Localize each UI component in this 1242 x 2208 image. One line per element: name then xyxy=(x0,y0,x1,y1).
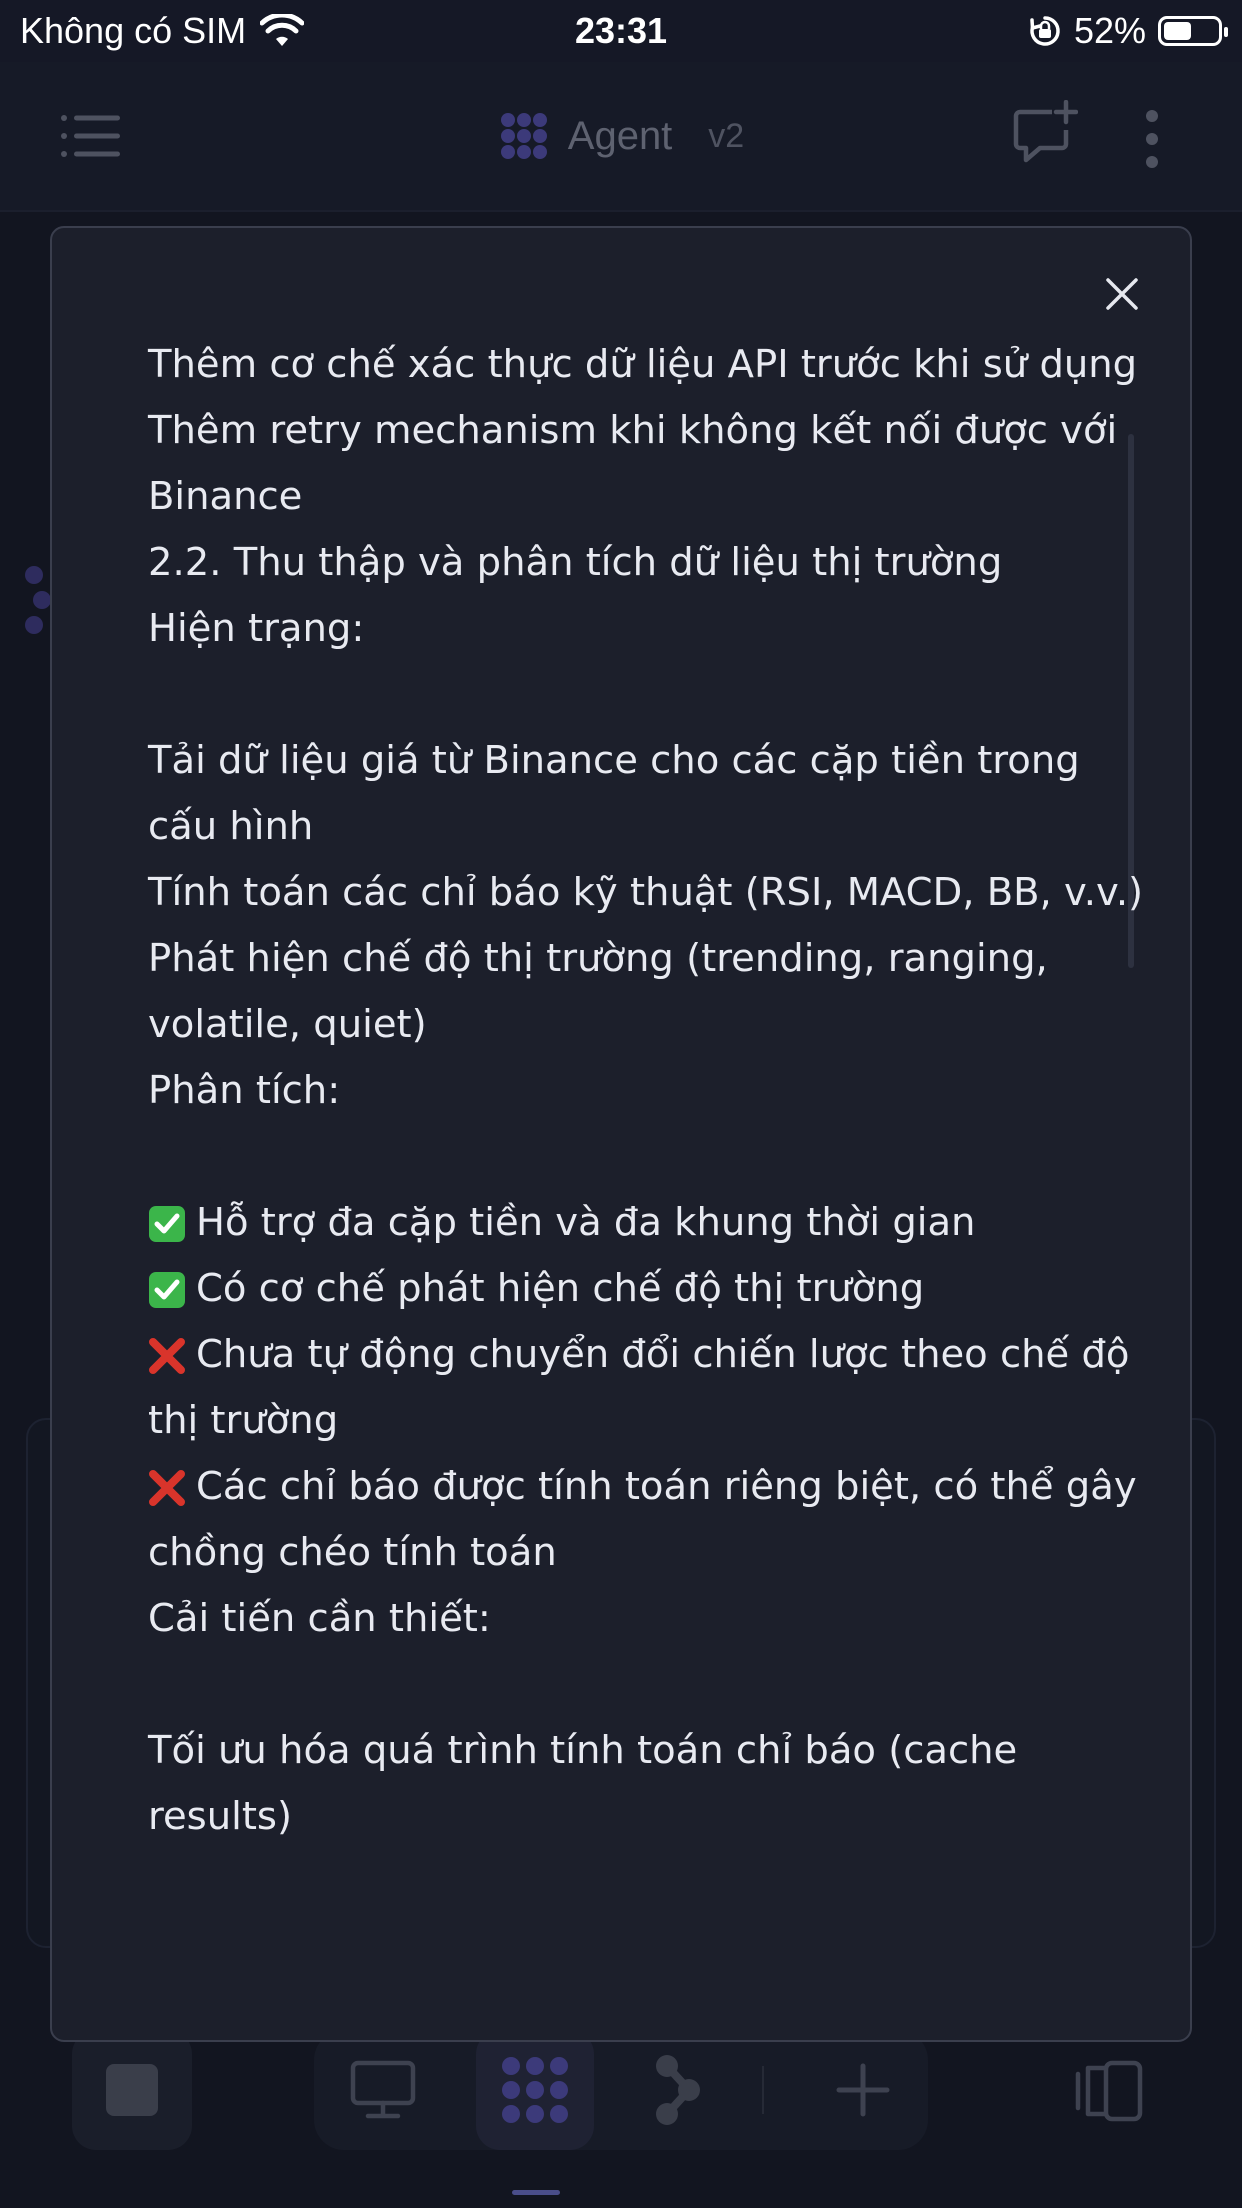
status-bar: Không có SIM 23:31 52% xyxy=(0,0,1242,62)
modal-line-text: Thêm cơ chế xác thực dữ liệu API trước k… xyxy=(148,342,1138,387)
cross-mark-icon xyxy=(149,1470,185,1506)
detail-modal: Thêm cơ chế xác thực dữ liệu API trước k… xyxy=(50,226,1192,2042)
modal-text-line: Tính toán các chỉ báo kỹ thuật (RSI, MAC… xyxy=(148,860,1148,926)
modal-text-line: Tối ưu hóa quá trình tính toán chỉ báo (… xyxy=(148,1718,1148,1850)
desktop-icon xyxy=(350,2060,416,2119)
stop-icon xyxy=(106,2064,158,2116)
cross-mark-icon xyxy=(149,1338,185,1374)
modal-line-text: Chưa tự động chuyển đổi chiến lược theo … xyxy=(148,1332,1142,1443)
agent-avatar-icon xyxy=(25,566,50,634)
modal-line-text: Hiện trạng: xyxy=(148,606,365,651)
app-version: v2 xyxy=(708,116,745,155)
modal-body: Thêm cơ chế xác thực dữ liệu API trước k… xyxy=(148,332,1148,1850)
modal-line-text: Tính toán các chỉ báo kỹ thuật (RSI, MAC… xyxy=(148,870,1144,915)
modal-line-text: Có cơ chế phát hiện chế độ thị trường xyxy=(196,1266,925,1311)
workflow-tab[interactable] xyxy=(620,2030,738,2150)
modal-line-text: Hỗ trợ đa cặp tiền và đa khung thời gian xyxy=(196,1200,976,1245)
agent-logo-icon xyxy=(500,113,547,159)
modal-text-line: 2.2. Thu thập và phân tích dữ liệu thị t… xyxy=(148,530,1148,596)
modal-text-line: Cải tiến cần thiết: xyxy=(148,1586,1148,1652)
tab-divider xyxy=(762,2066,764,2114)
modal-text-line: Chưa tự động chuyển đổi chiến lược theo … xyxy=(148,1322,1148,1454)
modal-text-line: Phát hiện chế độ thị trường (trending, r… xyxy=(148,926,1148,1058)
battery-fill xyxy=(1164,22,1191,40)
modal-text-line: Hiện trạng: xyxy=(148,596,1148,662)
battery-percent: 52% xyxy=(1073,10,1146,51)
orientation-lock-icon xyxy=(1030,16,1060,46)
modal-line-text: Tối ưu hóa quá trình tính toán chỉ báo (… xyxy=(148,1728,1030,1839)
agent-icon xyxy=(502,2057,568,2123)
workflow-icon xyxy=(656,2055,700,2125)
check-mark-icon xyxy=(149,1272,185,1308)
add-tab[interactable] xyxy=(804,2030,922,2150)
modal-line-text: Thêm retry mechanism khi không kết nối đ… xyxy=(148,408,1130,519)
modal-line-text: Cải tiến cần thiết: xyxy=(148,1596,491,1641)
modal-text-line: Phân tích: xyxy=(148,1058,1148,1124)
modal-text-line: Hỗ trợ đa cặp tiền và đa khung thời gian xyxy=(148,1190,1148,1256)
desktop-tab[interactable] xyxy=(324,2030,442,2150)
new-chat-icon[interactable] xyxy=(1012,100,1078,166)
modal-text-line: Có cơ chế phát hiện chế độ thị trường xyxy=(148,1256,1148,1322)
modal-text-line: Các chỉ báo được tính toán riêng biệt, c… xyxy=(148,1454,1148,1586)
modal-text-line: Thêm cơ chế xác thực dữ liệu API trước k… xyxy=(148,332,1148,398)
modal-text-line: Thêm retry mechanism khi không kết nối đ… xyxy=(148,398,1148,530)
modal-text-line: Tải dữ liệu giá từ Binance cho các cặp t… xyxy=(148,728,1148,860)
more-options-icon[interactable] xyxy=(1140,110,1164,168)
modal-line-text: Các chỉ báo được tính toán riêng biệt, c… xyxy=(148,1464,1149,1575)
agent-tab[interactable] xyxy=(476,2030,594,2150)
bottom-tab-group xyxy=(314,2030,928,2150)
app-header: Agent v2 xyxy=(0,62,1242,212)
status-right: 52% xyxy=(1028,10,1228,52)
panel-toggle-icon[interactable] xyxy=(1074,2060,1144,2122)
modal-line-text: Phân tích: xyxy=(148,1068,341,1113)
add-icon xyxy=(836,2063,890,2117)
stop-button[interactable] xyxy=(72,2030,192,2150)
modal-line-text: 2.2. Thu thập và phân tích dữ liệu thị t… xyxy=(148,540,1003,585)
close-icon[interactable] xyxy=(1096,268,1148,320)
check-mark-icon xyxy=(149,1206,185,1242)
modal-line-text: Phát hiện chế độ thị trường (trending, r… xyxy=(148,936,1060,1047)
app-title: Agent xyxy=(567,113,673,158)
modal-line-text: Tải dữ liệu giá từ Binance cho các cặp t… xyxy=(148,738,1092,849)
home-indicator xyxy=(512,2190,560,2195)
battery-icon xyxy=(1158,16,1228,46)
